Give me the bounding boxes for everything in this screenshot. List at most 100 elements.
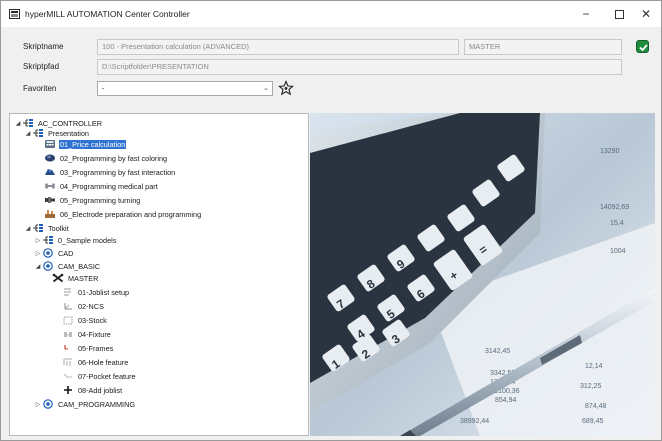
tree-item-add-joblist[interactable]: 08-Add joblist bbox=[62, 384, 123, 396]
tree-item-hole-feature[interactable]: 06-Hole feature bbox=[62, 356, 129, 368]
favorite-star-icon[interactable] bbox=[278, 80, 294, 96]
module-icon bbox=[42, 261, 54, 271]
frame-icon bbox=[62, 343, 74, 353]
tree-item-master[interactable]: MASTER bbox=[52, 272, 99, 284]
tree-item-pocket-feature[interactable]: 07-Pocket feature bbox=[62, 370, 137, 382]
tree-item-label: 01-Joblist setup bbox=[78, 287, 130, 297]
svg-text:689,45: 689,45 bbox=[582, 418, 604, 425]
svg-text:38992,44: 38992,44 bbox=[460, 418, 489, 425]
tree-item-label: 04_Programming medical part bbox=[60, 181, 158, 191]
favorites-label: Favoriten bbox=[23, 84, 57, 93]
svg-text:874,48: 874,48 bbox=[585, 403, 607, 410]
svg-text:854,94: 854,94 bbox=[495, 397, 517, 404]
add-icon bbox=[62, 385, 74, 395]
calculator-icon bbox=[44, 139, 56, 149]
tree-node-label: CAM_BASIC bbox=[58, 261, 101, 271]
turning-part-icon bbox=[44, 195, 56, 205]
fixture-icon bbox=[62, 329, 74, 339]
close-button[interactable]: ✕ bbox=[631, 4, 661, 24]
app-window: hyperMILL AUTOMATION Center Controller −… bbox=[0, 0, 662, 441]
tree-item-turning[interactable]: 05_Programming turning bbox=[44, 194, 141, 206]
svg-text:1004: 1004 bbox=[610, 248, 626, 255]
stock-icon bbox=[62, 315, 74, 325]
script-path-field[interactable]: D:\Scriptfolder\PRESENTATION bbox=[97, 59, 622, 75]
tree-node-cad[interactable]: ▷ CAD bbox=[34, 247, 74, 259]
script-preview-image: 13290 14092,69 15,4 1004 3142,45 3342,55… bbox=[310, 113, 655, 436]
expanded-arrow-icon: ◢ bbox=[25, 225, 31, 232]
svg-text:12,14: 12,14 bbox=[585, 363, 603, 370]
status-ok-icon bbox=[636, 40, 649, 53]
folder-tree-icon bbox=[42, 235, 54, 245]
tree-item-fast-interaction[interactable]: 03_Programming by fast interaction bbox=[44, 166, 176, 178]
chevron-down-icon: ⌄ bbox=[263, 85, 269, 92]
tree-item-label: 02_Programming by fast coloring bbox=[60, 153, 168, 163]
expanded-arrow-icon: ◢ bbox=[35, 263, 41, 270]
tree-node-cam-basic[interactable]: ◢ CAM_BASIC bbox=[34, 260, 101, 272]
tree-item-fast-coloring[interactable]: 02_Programming by fast coloring bbox=[44, 152, 168, 164]
tree-item-label: 06-Hole feature bbox=[78, 357, 129, 367]
svg-text:3142,45: 3142,45 bbox=[485, 348, 510, 355]
svg-text:13290: 13290 bbox=[600, 148, 620, 155]
coordinate-system-icon bbox=[62, 301, 74, 311]
app-icon bbox=[9, 9, 20, 19]
tree-item-label: 02-NCS bbox=[78, 301, 104, 311]
module-icon bbox=[42, 248, 54, 258]
script-path-label: Skriptpfad bbox=[23, 62, 60, 71]
script-name-field[interactable]: 100 - Presentation calculation (ADVANCED… bbox=[97, 39, 459, 55]
tree-node-label: Presentation bbox=[48, 128, 89, 138]
tree-node-label: CAM_PROGRAMMING bbox=[58, 399, 136, 409]
tree-item-label: 06_Electrode preparation and programming bbox=[60, 209, 202, 219]
tools-icon bbox=[52, 273, 64, 283]
tree-item-label: 03_Programming by fast interaction bbox=[60, 167, 176, 177]
joblist-icon bbox=[62, 287, 74, 297]
part-model-icon bbox=[44, 153, 56, 163]
favorites-dropdown[interactable]: - ⌄ bbox=[97, 81, 273, 96]
favorites-selected: - bbox=[102, 84, 105, 93]
tree-node-label: Toolkit bbox=[48, 223, 69, 233]
tree-item-fixture[interactable]: 04-Fixture bbox=[62, 328, 112, 340]
expanded-arrow-icon: ◢ bbox=[25, 130, 31, 137]
minimize-button[interactable]: − bbox=[571, 4, 601, 24]
maximize-button[interactable] bbox=[604, 4, 634, 24]
tree-item-electrode[interactable]: 06_Electrode preparation and programming bbox=[44, 208, 202, 220]
expanded-arrow-icon: ◢ bbox=[15, 120, 21, 127]
tree-item-label: 01_Price calculation bbox=[59, 139, 127, 149]
tree-item-stock[interactable]: 03-Stock bbox=[62, 314, 108, 326]
collapsed-arrow-icon: ▷ bbox=[35, 250, 41, 257]
tree-item-price-calculation[interactable]: 01_Price calculation bbox=[44, 138, 127, 150]
collapsed-arrow-icon: ▷ bbox=[35, 237, 41, 244]
tree-item-label: 04-Fixture bbox=[78, 329, 111, 339]
tree-item-label: 03-Stock bbox=[78, 315, 107, 325]
tree-item-label: 05-Frames bbox=[78, 343, 114, 353]
tree-item-medical-part[interactable]: 04_Programming medical part bbox=[44, 180, 159, 192]
tree-item-frames[interactable]: 05-Frames bbox=[62, 342, 114, 354]
module-icon bbox=[42, 399, 54, 409]
hole-feature-icon bbox=[62, 357, 74, 367]
tree-node-sample-models[interactable]: ▷ 0_Sample models bbox=[34, 234, 117, 246]
script-tree[interactable]: ◢ AC_CONTROLLER ◢ Presentation 01_Price … bbox=[9, 113, 309, 436]
svg-text:15,4: 15,4 bbox=[610, 220, 624, 227]
tree-item-label: 07-Pocket feature bbox=[78, 371, 136, 381]
folder-tree-icon bbox=[32, 128, 44, 138]
bone-part-icon bbox=[44, 181, 56, 191]
tree-node-toolkit[interactable]: ◢ Toolkit bbox=[24, 222, 70, 234]
title-bar[interactable]: hyperMILL AUTOMATION Center Controller −… bbox=[1, 1, 661, 27]
tree-node-label: CAD bbox=[58, 248, 74, 258]
part-model-icon bbox=[44, 167, 56, 177]
tree-node-cam-programming[interactable]: ▷ CAM_PROGRAMMING bbox=[34, 398, 136, 410]
script-name-label: Skriptname bbox=[23, 42, 64, 51]
folder-tree-icon bbox=[32, 223, 44, 233]
tree-item-label: 08-Add joblist bbox=[78, 385, 123, 395]
collapsed-arrow-icon: ▷ bbox=[35, 401, 41, 408]
maximize-icon bbox=[614, 10, 624, 20]
pocket-feature-icon bbox=[62, 371, 74, 381]
tree-item-label: MASTER bbox=[68, 273, 99, 283]
mode-field[interactable]: MASTER bbox=[464, 39, 622, 55]
tree-item-joblist-setup[interactable]: 01-Joblist setup bbox=[62, 286, 130, 298]
svg-text:14092,69: 14092,69 bbox=[600, 204, 629, 211]
svg-text:312,25: 312,25 bbox=[580, 383, 602, 390]
window-title: hyperMILL AUTOMATION Center Controller bbox=[25, 9, 190, 19]
electrode-icon bbox=[44, 209, 56, 219]
tree-item-ncs[interactable]: 02-NCS bbox=[62, 300, 105, 312]
tree-item-label: 05_Programming turning bbox=[60, 195, 141, 205]
